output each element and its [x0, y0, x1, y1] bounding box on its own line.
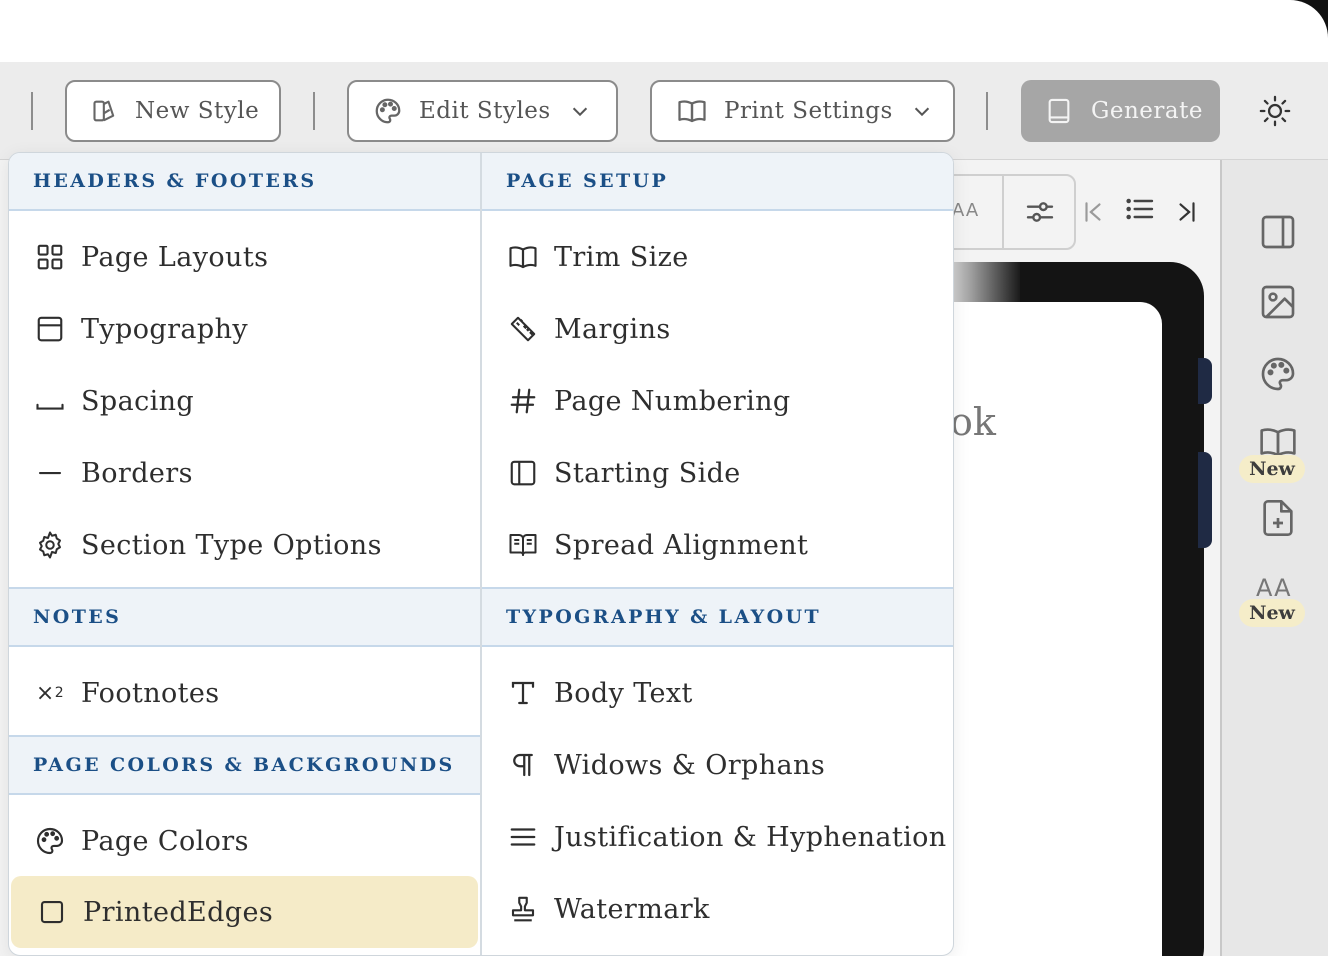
menu-item-label: Section Type Options — [81, 529, 382, 561]
align-justify-icon — [506, 820, 540, 854]
menu-item-label: Trim Size — [554, 241, 689, 273]
theme-toggle-sun-icon[interactable] — [1258, 94, 1292, 128]
print-settings-label: Print Settings — [724, 98, 893, 124]
list-icon[interactable] — [1124, 193, 1156, 225]
menu-item-borders[interactable]: Borders — [9, 437, 480, 509]
toolbar-separator — [31, 92, 33, 130]
preview-text: ok — [950, 400, 996, 444]
stamp-icon — [506, 892, 540, 926]
menu-item-page-numbering[interactable]: Page Numbering — [482, 365, 953, 437]
section-header-headers-footers: HEADERS & FOOTERS — [9, 153, 480, 211]
minus-icon — [33, 456, 67, 490]
edit-styles-button[interactable]: Edit Styles — [347, 80, 618, 142]
font-size-icon[interactable]: AA — [952, 200, 979, 221]
ruler-icon — [506, 312, 540, 346]
menu-item-label: Typography — [81, 313, 249, 345]
menu-item-label: Widows & Orphans — [554, 749, 826, 781]
section-header-page-setup: PAGE SETUP — [482, 153, 953, 211]
square-icon — [35, 895, 69, 929]
new-style-label: New Style — [135, 98, 260, 124]
palette-icon — [33, 824, 67, 858]
device-side-button — [1198, 358, 1212, 404]
layout-header-icon — [33, 312, 67, 346]
menu-item-label: Margins — [554, 313, 671, 345]
chevron-down-icon — [914, 107, 929, 117]
add-file-icon[interactable] — [1258, 498, 1298, 538]
menu-item-starting-side[interactable]: Starting Side — [482, 437, 953, 509]
menu-item-typography[interactable]: Typography — [9, 293, 480, 365]
right-rail — [1220, 160, 1328, 956]
menu-right-column: PAGE SETUP Trim Size Margins Page Number… — [482, 153, 953, 955]
gear-icon — [33, 528, 67, 562]
space-bar-icon — [33, 384, 67, 418]
section-header-typography-layout: TYPOGRAPHY & LAYOUT — [482, 587, 953, 647]
last-page-icon[interactable] — [1174, 198, 1200, 226]
hash-icon — [506, 384, 540, 418]
generate-label: Generate — [1091, 98, 1203, 124]
open-book-icon — [678, 100, 706, 123]
palette-icon — [375, 98, 401, 124]
style-brush-icon — [93, 100, 115, 122]
menu-item-label: Page Layouts — [81, 241, 269, 273]
menu-item-label: Spread Alignment — [554, 529, 809, 561]
new-style-button[interactable]: New Style — [65, 80, 281, 142]
type-icon — [506, 676, 540, 710]
menu-item-spacing[interactable]: Spacing — [9, 365, 480, 437]
generate-button[interactable]: Generate — [1021, 80, 1220, 142]
pilcrow-icon — [506, 748, 540, 782]
menu-item-body-text[interactable]: Body Text — [482, 657, 953, 729]
palette-icon[interactable] — [1258, 354, 1298, 394]
menu-item-margins[interactable]: Margins — [482, 293, 953, 365]
section-header-page-colors: PAGE COLORS & BACKGROUNDS — [9, 735, 480, 795]
book-icon — [1048, 98, 1070, 124]
menu-item-footnotes[interactable]: × 2 Footnotes — [9, 657, 480, 729]
new-badge: New — [1239, 455, 1305, 483]
toolbar-separator — [313, 92, 315, 130]
device-side-button — [1198, 452, 1212, 548]
menu-item-label: Watermark — [554, 893, 710, 925]
menu-item-label: Page Colors — [81, 825, 249, 857]
sliders-icon[interactable] — [1024, 196, 1056, 228]
panel-left-icon — [506, 456, 540, 490]
menu-item-printed-edges[interactable]: PrintedEdges — [11, 876, 478, 948]
menu-item-label: Justification & Hyphenation — [554, 821, 947, 853]
menu-item-label: Body Text — [554, 677, 693, 709]
superscript-icon: × 2 — [35, 680, 65, 706]
menu-item-label: Borders — [81, 457, 193, 489]
print-settings-menu: HEADERS & FOOTERS Page Layouts Typograph… — [8, 152, 954, 956]
window-top-strip — [0, 0, 1328, 62]
menu-item-label: PrintedEdges — [83, 896, 274, 928]
menu-item-justification-hyphenation[interactable]: Justification & Hyphenation — [482, 801, 953, 873]
open-book-icon — [506, 240, 540, 274]
menu-item-trim-size[interactable]: Trim Size — [482, 221, 953, 293]
preview-toolbar-divider — [1002, 176, 1004, 248]
menu-item-spread-alignment[interactable]: Spread Alignment — [482, 509, 953, 581]
font-size-icon[interactable]: AA — [1256, 574, 1292, 602]
menu-item-label: Footnotes — [81, 677, 220, 709]
print-settings-button[interactable]: Print Settings — [650, 80, 955, 142]
menu-item-label: Page Numbering — [554, 385, 791, 417]
image-icon[interactable] — [1258, 282, 1298, 322]
menu-item-watermark[interactable]: Watermark — [482, 873, 953, 945]
menu-item-section-type-options[interactable]: Section Type Options — [9, 509, 480, 581]
grid-icon — [33, 240, 67, 274]
menu-item-label: Spacing — [81, 385, 195, 417]
menu-item-widows-orphans[interactable]: Widows & Orphans — [482, 729, 953, 801]
first-page-icon[interactable] — [1080, 198, 1106, 226]
menu-item-label: Starting Side — [554, 457, 741, 489]
chevron-down-icon — [572, 107, 587, 117]
menu-item-page-layouts[interactable]: Page Layouts — [9, 221, 480, 293]
panel-toggle-icon[interactable] — [1258, 212, 1298, 252]
menu-item-page-colors[interactable]: Page Colors — [9, 805, 480, 877]
toolbar-separator — [986, 92, 988, 130]
section-header-notes: NOTES — [9, 587, 480, 647]
edit-styles-label: Edit Styles — [419, 98, 551, 124]
book-spread-icon — [506, 528, 540, 562]
new-badge: New — [1239, 599, 1305, 627]
menu-left-column: HEADERS & FOOTERS Page Layouts Typograph… — [9, 153, 480, 955]
